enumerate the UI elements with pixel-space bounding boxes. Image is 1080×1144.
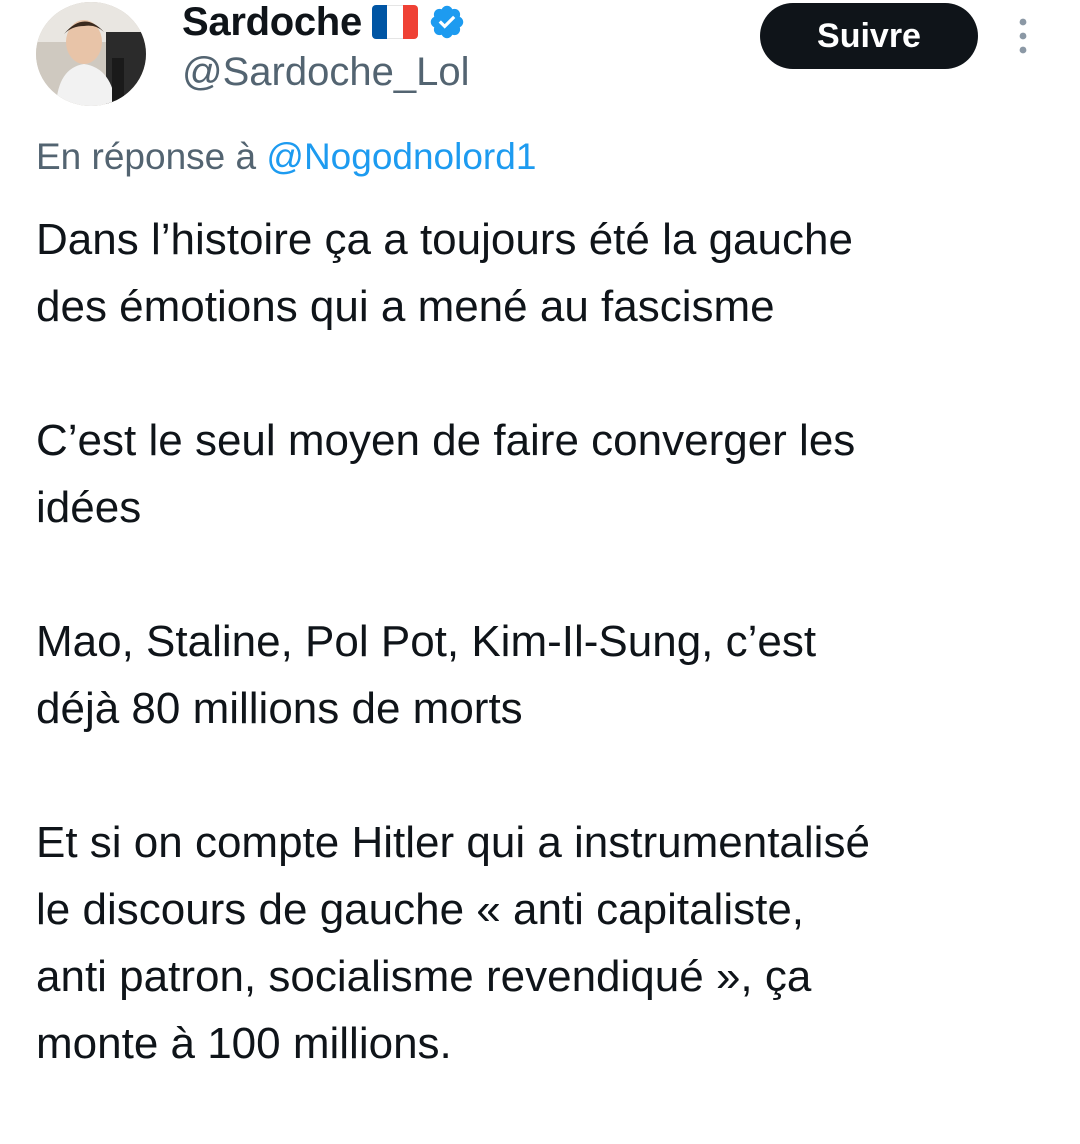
tweet-line: Et si on compte Hitler qui a instrumenta…: [36, 818, 870, 867]
reply-prefix: En réponse à: [36, 136, 257, 177]
tweet-line: Dans l’histoire ça a toujours été la gau…: [36, 215, 853, 264]
reply-context: En réponse à @Nogodnolord1: [36, 136, 536, 178]
flag-france-icon: [371, 5, 418, 39]
tweet-line: déjà 80 millions de morts: [36, 684, 523, 733]
tweet-paragraph: Dans l’histoire ça a toujours été la gau…: [36, 206, 1066, 340]
follow-button[interactable]: Suivre: [760, 3, 978, 69]
tweet-line: des émotions qui a mené au fascisme: [36, 282, 775, 331]
tweet-line: C’est le seul moyen de faire converger l…: [36, 416, 856, 465]
tweet-text: Dans l’histoire ça a toujours été la gau…: [36, 206, 1066, 1144]
tweet-line: anti patron, socialisme revendiqué », ça: [36, 952, 812, 1001]
author-handle[interactable]: @Sardoche_Lol: [182, 50, 469, 95]
reply-mention-link[interactable]: @Nogodnolord1: [266, 136, 536, 177]
tweet-line: idées: [36, 483, 142, 532]
more-vertical-icon[interactable]: [1010, 16, 1036, 56]
tweet-paragraph: C’est le seul moyen de faire converger l…: [36, 407, 1066, 541]
tweet-paragraph: Mao, Staline, Pol Pot, Kim-Il-Sung, c’es…: [36, 608, 1066, 742]
tweet-line: monte à 100 millions.: [36, 1019, 452, 1068]
tweet-paragraph: Et si on compte Hitler qui a instrumenta…: [36, 809, 1066, 1077]
author-name-row: Sardoche: [182, 0, 466, 44]
tweet-line: le discours de gauche « anti capitaliste…: [36, 885, 805, 934]
tweet-line: Mao, Staline, Pol Pot, Kim-Il-Sung, c’es…: [36, 617, 817, 666]
display-name[interactable]: Sardoche: [182, 0, 362, 45]
avatar[interactable]: [36, 2, 146, 106]
verified-badge-icon[interactable]: [428, 3, 466, 41]
